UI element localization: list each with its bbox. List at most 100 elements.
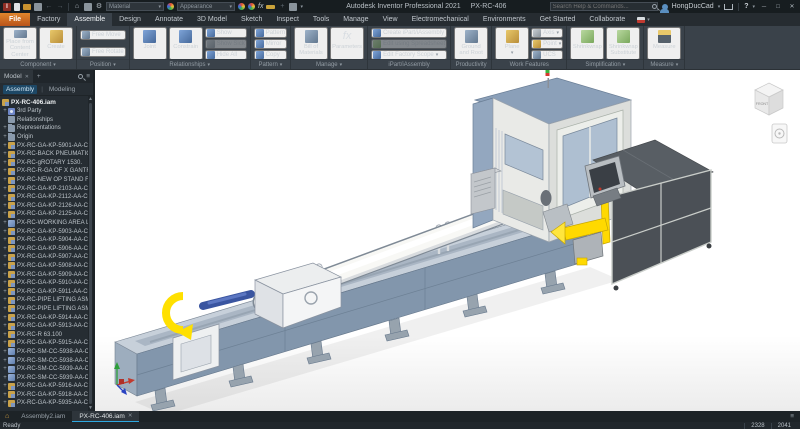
tree-node[interactable]: +PX-RC-SM-CC-5938-AA-COLOUR[ — [2, 356, 93, 365]
browser-subtab-modeling[interactable]: Modeling — [47, 85, 77, 94]
material-combobox[interactable]: Material ▾ — [106, 2, 164, 11]
panel-label-relationships[interactable]: Relationships▾ — [130, 59, 250, 69]
tree-node[interactable]: +PX-RC-SM-CC-5939-AA-COLOUR[ — [2, 373, 93, 382]
joint-button[interactable]: Joint — [133, 27, 167, 60]
ucs-button[interactable]: UCS — [531, 50, 563, 60]
user-name[interactable]: HongDucCad — [672, 3, 714, 10]
save-icon[interactable] — [34, 3, 42, 11]
show-button[interactable]: Show — [205, 28, 247, 38]
ribbon-tab-file[interactable]: File — [0, 13, 30, 26]
tree-node[interactable]: +PX-RC-GA-KP-5908-AA-COLOUR[ — [2, 262, 93, 271]
store-cart-icon[interactable] — [724, 4, 733, 10]
ribbon-tab-3d-model[interactable]: 3D Model — [190, 13, 234, 26]
home-icon[interactable]: ⌂ — [73, 3, 81, 11]
ribbon-tab-environments[interactable]: Environments — [476, 13, 533, 26]
browser-menu-icon[interactable]: ≡ — [86, 73, 90, 80]
browser-tab-model[interactable]: Model ✕ — [0, 70, 33, 83]
search-icon[interactable] — [652, 4, 657, 9]
parameters-button[interactable]: fxParameters — [330, 27, 364, 60]
create-button[interactable]: Create — [39, 27, 73, 60]
tree-node[interactable]: +PX-RC-GA-KP-2103-AA-COLOUR[ — [2, 184, 93, 193]
tree-node[interactable]: +PX-RC-GA-KP-5910-AA-COLOUR[ — [2, 279, 93, 288]
tree-node[interactable]: +PX-RC-GA-KP-5909-AA-COLOUR[ — [2, 270, 93, 279]
tree-node[interactable]: +PX-RC-SM-CC-5939-AA-COLOUR[ — [2, 365, 93, 374]
add-browser-tab-button[interactable]: + — [33, 73, 45, 80]
tree-root-node[interactable]: PX-RC-406.iam — [2, 97, 93, 107]
ground-and-root-button[interactable]: Ground and Root — [454, 27, 488, 60]
ribbon-tab-inspect[interactable]: Inspect — [269, 13, 306, 26]
place-from-content-center-button[interactable]: Place from Content Center — [3, 27, 37, 60]
scroll-up-icon[interactable]: ▲ — [88, 96, 93, 102]
bill-of-materials-button[interactable]: Bill of Materials — [294, 27, 328, 60]
free-move-button[interactable]: Free Move — [80, 30, 126, 40]
clear-color-icon[interactable] — [248, 3, 255, 10]
chevron-down-icon[interactable]: ▾ — [647, 17, 650, 23]
tree-node[interactable]: +PX-RC-GA-KP-5904-AA-COLOUR[ — [2, 236, 93, 245]
tree-node[interactable]: +PX-RC-GA-KP-5935-AA-COLOUR[ — [2, 399, 93, 408]
tree-node[interactable]: +Origin — [2, 133, 93, 142]
parameters-fx-icon[interactable]: fx — [258, 3, 263, 10]
shrinkwrap-button[interactable]: Shrinkwrap — [570, 27, 604, 60]
graphics-viewport[interactable]: FRONT — [95, 70, 800, 411]
help-menu-chevron-icon[interactable]: ▾ — [752, 4, 755, 10]
adjust-color-icon[interactable] — [238, 3, 245, 10]
tree-node[interactable]: Relationships — [2, 116, 93, 125]
tree-node[interactable]: +PX-RC-NEW OP STAND FOR GLOB — [2, 176, 93, 185]
close-icon[interactable]: ✕ — [25, 74, 29, 80]
home-tab-icon[interactable]: ⌂ — [0, 411, 14, 422]
print-icon[interactable] — [84, 3, 92, 11]
close-button[interactable]: ✕ — [787, 3, 797, 10]
tree-node[interactable]: +PX-RC-GA-KP-5911-AA-COLOUR[ — [2, 287, 93, 296]
tree-node[interactable]: +PX-RC-GA-KP-5901-AA-COLOUR[ — [2, 141, 93, 150]
browser-search-icon[interactable] — [78, 74, 83, 79]
tree-node[interactable]: +PX-RC-GA-KP-2112-AA-COLOUR[ — [2, 193, 93, 202]
panel-label-ipart-iassembly[interactable]: iPart/iAssembly — [368, 59, 450, 69]
tree-node[interactable]: +PX-RC-PIPE LIFTING ASM FOR GL — [2, 296, 93, 305]
ribbon-tab-factory[interactable]: Factory — [30, 13, 67, 26]
pattern-button[interactable]: Pattern — [254, 28, 287, 38]
restore-button[interactable]: □ — [773, 4, 783, 10]
tree-node[interactable]: +Representations — [2, 124, 93, 133]
mirror-button[interactable]: Mirror — [254, 39, 287, 49]
copy-button[interactable]: Copy — [254, 50, 287, 60]
minimize-button[interactable]: ─ — [759, 4, 769, 10]
viewcube-front-label[interactable]: FRONT — [756, 102, 769, 106]
ribbon-tab-collaborate[interactable]: Collaborate — [582, 13, 632, 26]
ribbon-tab-sketch[interactable]: Sketch — [234, 13, 269, 26]
tree-node[interactable]: +PX-RC-GA-KP-5916-AA-COLOUR[ — [2, 382, 93, 391]
new-file-icon[interactable] — [14, 3, 20, 11]
inventor-logo-icon[interactable]: I — [3, 3, 11, 11]
gear-icon[interactable]: ⚙ — [95, 3, 103, 11]
redo-icon[interactable]: → — [56, 3, 64, 11]
panel-label-simplification[interactable]: Simplification▾ — [567, 59, 643, 69]
edit-factory-scope-button[interactable]: Edit Factory Scope▾ — [371, 50, 447, 60]
tree-node[interactable]: +PX-RC-gROTARY 1530. — [2, 159, 93, 168]
panel-label-measure[interactable]: Measure▾ — [644, 59, 684, 69]
ribbon-tab-design[interactable]: Design — [112, 13, 148, 26]
tree-node[interactable]: +PX-RC-WORKING AREA L6-COLOU — [2, 219, 93, 228]
plane-button[interactable]: Plane▾ — [495, 27, 529, 60]
doc-tab-assembly2-iam[interactable]: Assembly2.iam — [14, 411, 72, 422]
open-folder-icon[interactable] — [23, 4, 31, 10]
free-rotate-button[interactable]: Free Rotate — [80, 47, 126, 57]
measure-button[interactable]: Measure — [647, 27, 681, 60]
show-sick-button[interactable]: Show Sick — [205, 39, 247, 49]
tab-list-menu-icon[interactable]: ≡ — [784, 411, 800, 422]
ribbon-tab-tools[interactable]: Tools — [306, 13, 336, 26]
axis-button[interactable]: Axis▾ — [531, 28, 563, 38]
help-search-input[interactable] — [551, 4, 652, 10]
close-icon[interactable]: ✕ — [128, 413, 133, 419]
panel-label-manage[interactable]: Manage▾ — [291, 59, 367, 69]
ribbon-tab-get-started[interactable]: Get Started — [533, 13, 583, 26]
help-icon[interactable]: ? — [744, 3, 748, 10]
browser-subtab-assembly[interactable]: Assembly — [3, 85, 37, 94]
create-ipart-iassembly-button[interactable]: Create iPart/iAssembly — [371, 28, 447, 38]
tree-node[interactable]: +PX-RC-GA-KP-2125-AA-COLOUR[ — [2, 210, 93, 219]
tree-node[interactable]: +PX-RC-PIPE LIFTING ASM FOR GL — [2, 305, 93, 314]
panel-label-work-features[interactable]: Work Features — [492, 59, 566, 69]
tree-node[interactable]: +PX-RC-GA-KP-5918-AA-COLOUR[ — [2, 391, 93, 400]
tree-node[interactable]: +PX-RC-SM-CC-5938-AA-COLOUR[ — [2, 348, 93, 357]
user-menu-chevron-icon[interactable]: ▾ — [718, 4, 721, 10]
tree-node[interactable]: +PX-RC-GA-KP-5906-AA-COLOUR[ — [2, 245, 93, 254]
browser-scrollbar[interactable]: ▲ ▼ — [88, 96, 93, 411]
